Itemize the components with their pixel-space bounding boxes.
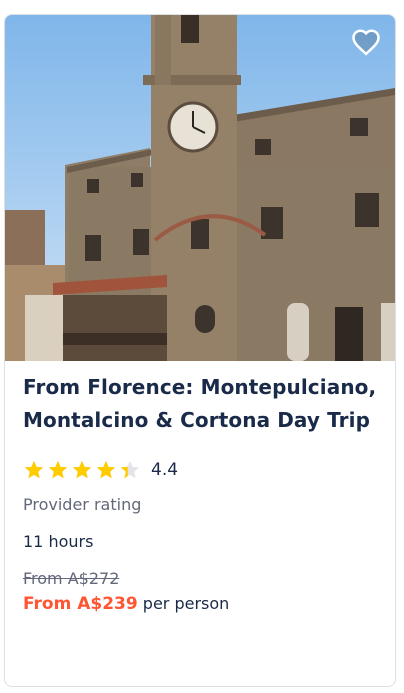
price-suffix: per person: [142, 594, 230, 613]
duration: 11 hours: [23, 532, 94, 551]
favorite-button[interactable]: [349, 25, 383, 59]
price-row: From A$239 per person: [23, 594, 383, 614]
activity-title[interactable]: From Florence: Montepulciano, Montalcino…: [23, 371, 383, 437]
heart-outline-icon: [352, 29, 380, 56]
star-rating: [23, 459, 141, 481]
star-icon: [24, 460, 44, 479]
star-icon: [96, 460, 116, 479]
original-price: From A$272: [23, 569, 120, 588]
rating-row: 4.4: [23, 455, 383, 485]
star-icon: [120, 460, 140, 479]
activity-card[interactable]: From Florence: Montepulciano, Montalcino…: [4, 14, 396, 687]
current-price: From A$239: [23, 594, 138, 614]
activity-photo[interactable]: [5, 15, 395, 361]
provider-rating-label: Provider rating: [23, 495, 142, 514]
rating-value: 4.4: [151, 460, 179, 480]
card-body: From Florence: Montepulciano, Montalcino…: [23, 371, 383, 614]
star-icon: [72, 460, 92, 479]
star-icon: [48, 460, 68, 479]
